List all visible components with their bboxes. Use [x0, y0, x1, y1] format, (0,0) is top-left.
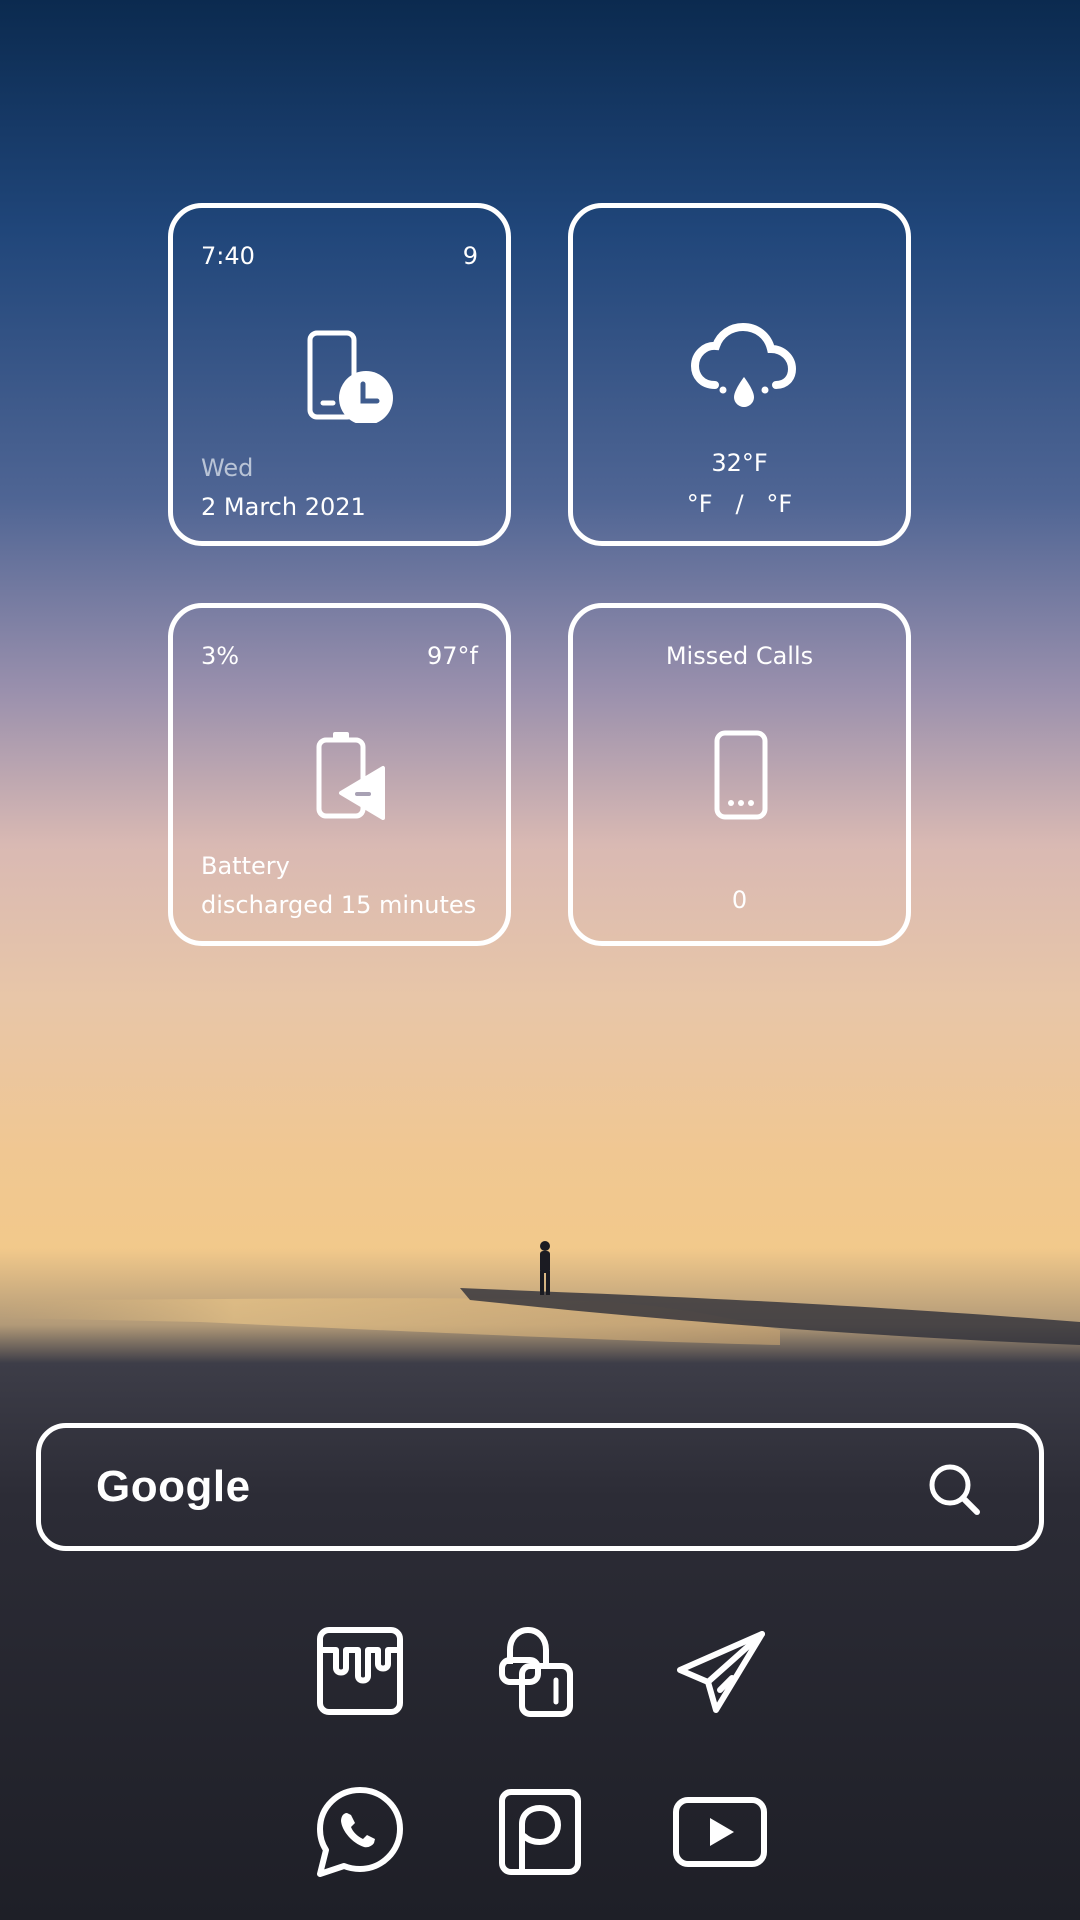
google-search-bar[interactable]: Google [36, 1423, 1044, 1551]
search-label: Google [96, 1462, 251, 1511]
battery-temperature: 97°f [427, 642, 478, 670]
missed-calls-count: 0 [731, 886, 748, 914]
battery-status: discharged 15 minutes [201, 891, 477, 919]
whatsapp-icon[interactable] [312, 1784, 408, 1880]
search-icon[interactable] [925, 1460, 985, 1520]
battery-widget[interactable]: 3% 97°f Battery discharged 15 minutes [168, 603, 511, 946]
missed-calls-widget[interactable]: Missed Calls 0 [568, 603, 911, 946]
clock-widget[interactable]: 7:40 9 Wed 2 March 2021 [168, 203, 511, 546]
phone-icon [714, 730, 768, 820]
weather-widget[interactable]: 32°F °F / °F [568, 203, 911, 546]
battery-label: Battery [201, 852, 290, 880]
person-silhouette [540, 1241, 550, 1295]
battery-charging-icon [316, 732, 385, 820]
weather-range: °F / °F [686, 490, 793, 518]
lock-icon[interactable] [492, 1624, 588, 1720]
weather-temperature: 32°F [711, 449, 768, 477]
clock-corner-value: 9 [462, 242, 478, 270]
youtube-icon[interactable] [672, 1784, 768, 1880]
clock-weekday: Wed [201, 454, 254, 482]
phone-clock-icon [307, 330, 393, 423]
cloud-rain-icon [691, 323, 797, 407]
battery-level: 3% [201, 642, 240, 670]
clock-date: 2 March 2021 [201, 493, 366, 521]
missed-calls-title: Missed Calls [665, 642, 814, 670]
picsart-icon[interactable] [492, 1784, 588, 1880]
clock-time: 7:40 [201, 242, 255, 270]
paint-bucket-icon[interactable] [312, 1624, 408, 1720]
send-icon[interactable] [672, 1624, 768, 1720]
